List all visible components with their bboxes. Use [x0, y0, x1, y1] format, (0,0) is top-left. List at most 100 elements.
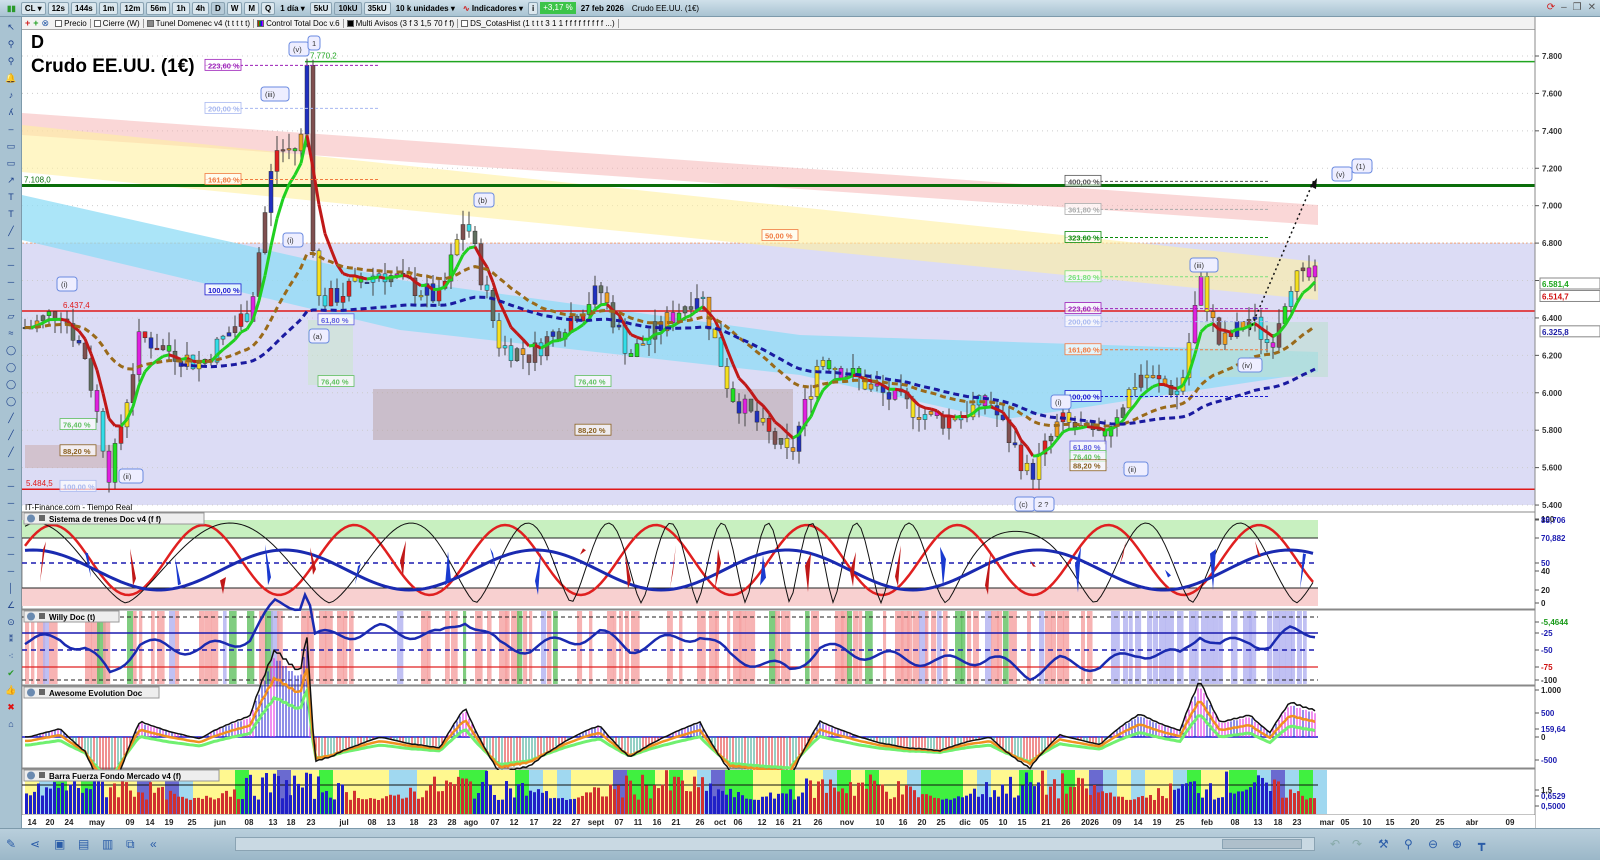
date-tick: 18 [1274, 818, 1283, 827]
chat-icon[interactable]: ▣ [54, 837, 65, 851]
panel-header[interactable]: Awesome Evolution Doc [23, 686, 160, 699]
scroll-thumb[interactable] [1222, 839, 1302, 849]
fib-label[interactable]: 223,60 % [1064, 302, 1102, 314]
redo-icon[interactable]: ↷ [1352, 837, 1362, 851]
wave-label[interactable]: (ii) [1123, 461, 1149, 477]
tools-icon[interactable]: ⚒ [1378, 837, 1389, 851]
fast-ma-segment [1086, 424, 1094, 429]
fib-label[interactable]: 76,40 % [574, 375, 612, 387]
pencil-icon[interactable]: ✎ [6, 837, 16, 851]
strength-bar [593, 787, 596, 814]
wave-label[interactable]: (ii) [118, 468, 144, 484]
strength-bar [761, 796, 764, 814]
wave-label[interactable]: (iii) [260, 86, 290, 102]
date-tick: 12 [510, 818, 519, 827]
zoom-out-icon[interactable]: ⊖ [1428, 837, 1438, 851]
strength-bar [857, 782, 860, 814]
zoom-in-icon[interactable]: ⊕ [1452, 837, 1462, 851]
collapse-icon[interactable]: « [150, 837, 157, 851]
panel-header[interactable]: Sistema de trenes Doc v4 (f f) [23, 512, 205, 525]
strength-bar [121, 779, 124, 814]
panel-header[interactable]: Barra Fuerza Fondo Mercado v4 (f) [23, 769, 220, 782]
wave-label[interactable]: (iv) [1237, 357, 1263, 373]
fib-label[interactable]: 261,80 % [1064, 270, 1102, 283]
svg-text:161,80 %: 161,80 % [1068, 346, 1100, 355]
wave-label[interactable]: (a) [308, 328, 330, 344]
undo-icon[interactable]: ↶ [1330, 837, 1340, 851]
document-icon[interactable]: ▤ [78, 837, 89, 851]
fib-label[interactable]: 88,20 % [574, 423, 612, 436]
wave-label[interactable]: (i) [56, 276, 78, 292]
date-tick: sept [588, 818, 605, 827]
fib-label[interactable]: 200,00 % [204, 101, 242, 114]
strength-bar [993, 790, 996, 814]
fib-label[interactable]: 100,00 % [59, 479, 97, 492]
wave-label[interactable]: 2 ? [1033, 496, 1055, 512]
traffic-icon[interactable]: ▥ [102, 837, 113, 851]
strength-bar [1073, 787, 1076, 814]
svg-text:(iii): (iii) [1194, 261, 1204, 270]
wave-label[interactable]: (v) [288, 41, 310, 57]
strength-bar [685, 791, 688, 814]
fib-label[interactable]: 100,00 % [204, 283, 242, 296]
strength-bar [189, 799, 192, 814]
fib-label[interactable]: 88,20 % [59, 444, 97, 457]
fib-label[interactable]: 161,80 % [1064, 343, 1102, 356]
fib-label[interactable]: 76,40 % [59, 418, 97, 430]
strength-bar [401, 798, 404, 814]
fib-label[interactable]: 50,00 % [761, 229, 799, 242]
price-badge: 6.325,8 [1539, 325, 1600, 338]
fib-label[interactable]: 88,20 % [1069, 459, 1107, 472]
fast-ma-segment [654, 331, 662, 336]
horizontal-scrollbar[interactable] [235, 837, 1315, 851]
wave-label[interactable]: (b) [473, 192, 495, 208]
zoom-vertical-icon[interactable]: ⚲ [1404, 837, 1413, 851]
panel-header[interactable]: Willy Doc (t) [23, 610, 120, 623]
strength-bar [1169, 783, 1172, 814]
wave-label[interactable]: (i) [282, 232, 304, 248]
strength-bar [973, 788, 976, 814]
ruler-icon[interactable]: ┳ [1478, 837, 1485, 851]
svg-text:-25: -25 [1541, 629, 1553, 638]
wave-label[interactable]: (c) [1014, 496, 1036, 512]
strength-bar [265, 773, 268, 814]
wave-label[interactable]: (i) [1050, 394, 1072, 410]
strength-bar [677, 776, 680, 814]
strength-bar [625, 775, 628, 814]
wave-label[interactable]: (1) [1351, 158, 1373, 174]
fib-label[interactable]: 161,80 % [204, 173, 242, 185]
strength-bar [1077, 777, 1080, 814]
fib-label[interactable]: 323,60 % [1064, 231, 1102, 243]
fib-label[interactable]: 61,80 % [317, 313, 355, 326]
strength-bar [1069, 786, 1072, 814]
willy-bar [937, 611, 942, 684]
fib-label[interactable]: 200,00 % [1064, 315, 1102, 328]
fib-label[interactable]: 400,00 % [1064, 174, 1102, 187]
windows-icon[interactable]: ⧉ [126, 837, 135, 852]
strength-bar [901, 794, 904, 814]
fib-label[interactable]: 361,80 % [1064, 203, 1102, 215]
fib-label[interactable]: 223,60 % [204, 58, 242, 71]
willy-bar [1087, 611, 1093, 684]
svg-text:(ii): (ii) [1128, 465, 1137, 474]
wave-label[interactable]: 1 [307, 35, 321, 51]
svg-text:7.800: 7.800 [1542, 52, 1563, 61]
strength-bar [929, 795, 932, 814]
wave-label[interactable]: (iii) [1189, 257, 1219, 273]
strength-bar [1121, 796, 1124, 814]
wave-label[interactable]: (v) [1331, 166, 1353, 182]
strength-bar [301, 787, 304, 814]
strength-bar [25, 793, 28, 814]
strength-bar [473, 798, 476, 814]
strength-bar [345, 792, 348, 814]
strength-bar [753, 799, 756, 814]
candle [514, 347, 520, 362]
fast-ma-segment [420, 283, 428, 288]
fib-label[interactable]: 76,40 % [317, 375, 355, 387]
price-axis[interactable] [1535, 17, 1600, 828]
strength-bar [33, 791, 36, 814]
strength-bar [405, 797, 408, 814]
share-icon[interactable]: ⋖ [30, 837, 40, 851]
chart-area[interactable]: 7.770,27.108,06.437,45.484,5223,60 %200,… [0, 0, 1600, 828]
level-label: 7.770,2 [310, 52, 337, 61]
